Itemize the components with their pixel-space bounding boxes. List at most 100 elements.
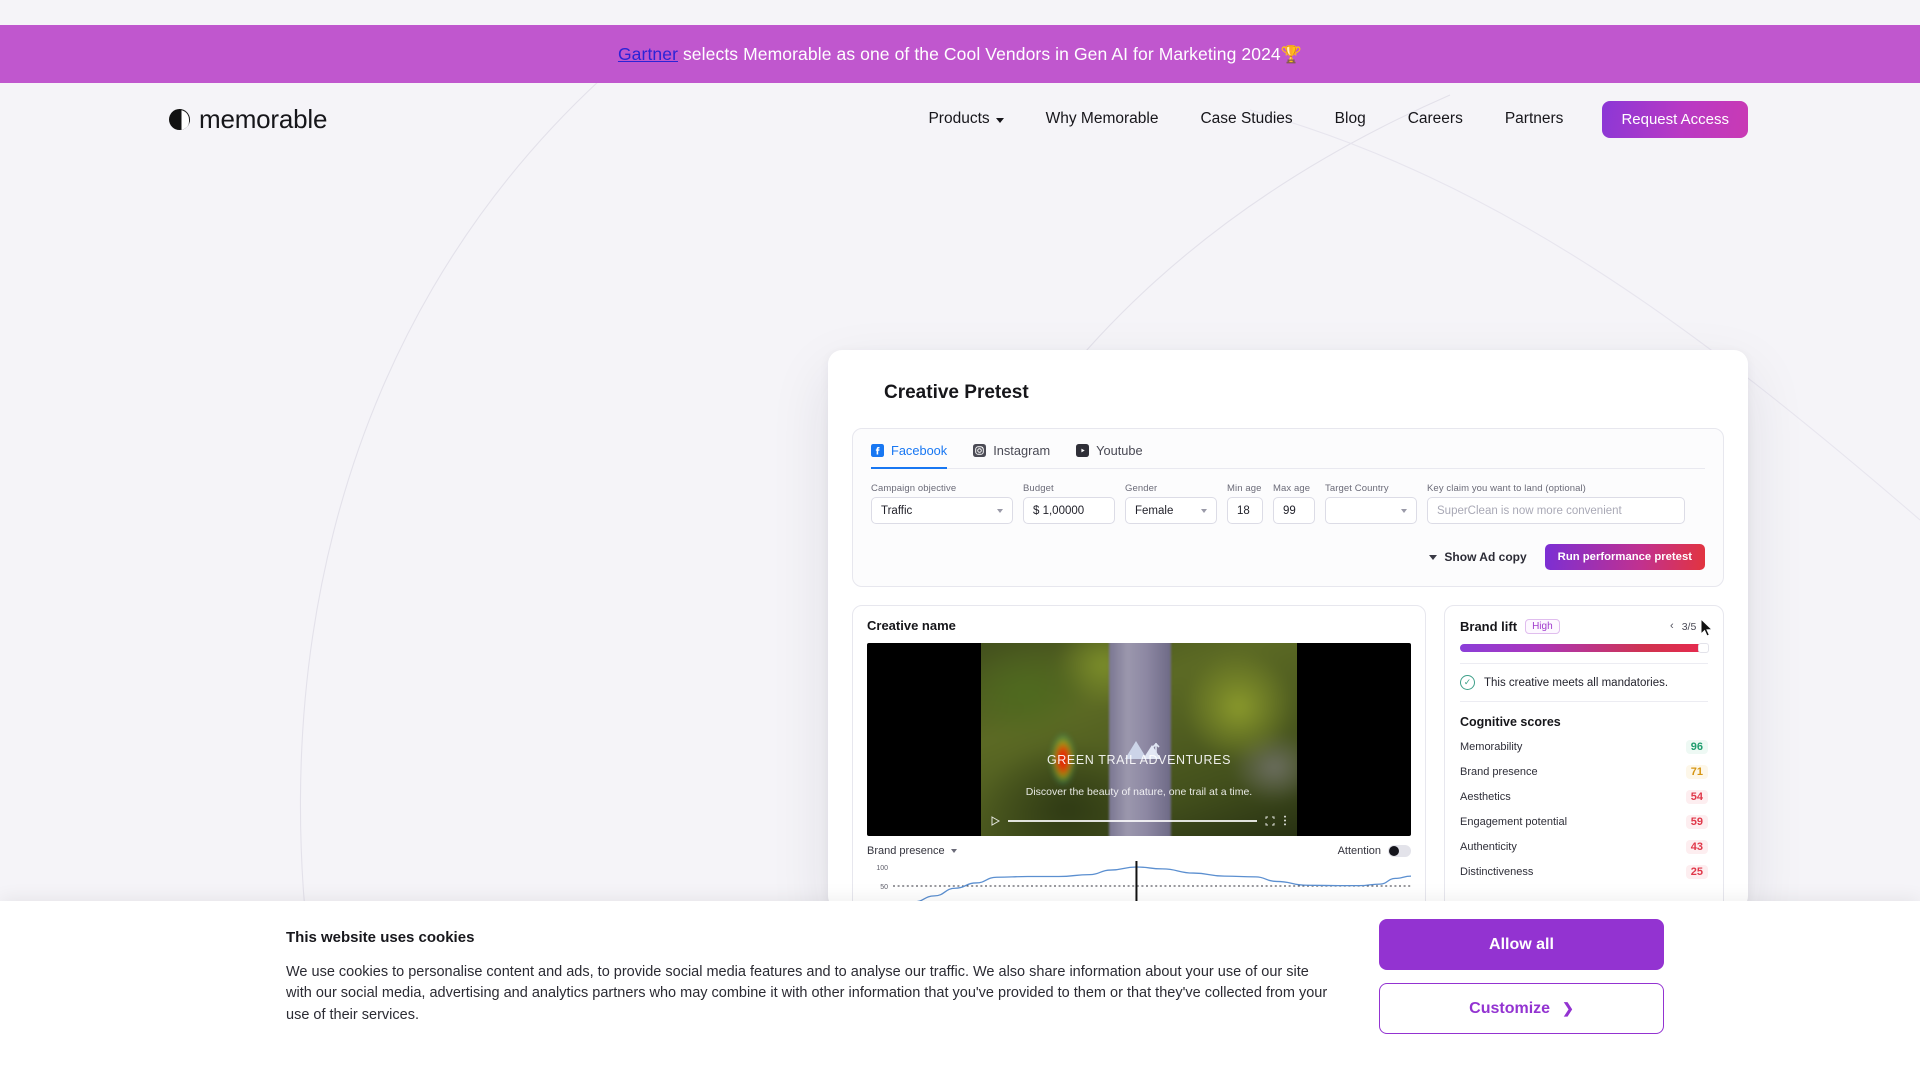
tab-label: Instagram <box>993 443 1051 458</box>
divider <box>1460 701 1708 702</box>
chart-metric-select[interactable]: Brand presence <box>867 845 957 857</box>
budget-value: $ 1,00000 <box>1033 504 1085 517</box>
cookie-body: We use cookies to personalise content an… <box>286 964 1328 1023</box>
score-row-memorability: Memorability 96 <box>1460 740 1708 754</box>
tab-youtube[interactable]: Youtube <box>1076 443 1143 469</box>
announcement-body: selects Memorable as one of the Cool Ven… <box>678 43 1281 64</box>
show-ad-copy-toggle[interactable]: Show Ad copy <box>1429 550 1527 564</box>
mandatories-row: ✓ This creative meets all mandatories. <box>1460 675 1708 690</box>
tab-facebook[interactable]: Facebook <box>871 443 948 469</box>
fullscreen-icon[interactable] <box>1265 816 1275 826</box>
score-row-brand-presence: Brand presence 71 <box>1460 765 1708 779</box>
youtube-icon <box>1076 444 1090 457</box>
score-label: Brand presence <box>1460 766 1538 778</box>
nav-item-case-studies[interactable]: Case Studies <box>1179 110 1313 128</box>
score-value: 71 <box>1685 765 1708 779</box>
page-root: Gartner selects Memorable as one of the … <box>0 0 1920 1080</box>
play-icon[interactable] <box>991 815 1000 826</box>
svg-text:50: 50 <box>880 884 888 891</box>
max-age-value: 99 <box>1283 504 1296 517</box>
platform-tabs: Facebook Instagram Youtube <box>871 429 1705 469</box>
chevron-down-icon <box>1201 508 1207 513</box>
divider <box>1460 663 1708 664</box>
nav-item-why-memorable[interactable]: Why Memorable <box>1025 110 1180 128</box>
score-label: Authenticity <box>1460 841 1517 853</box>
request-access-button[interactable]: Request Access <box>1602 100 1748 138</box>
top-navigation: memorable Products Why Memorable Case St… <box>0 83 1920 155</box>
allow-all-button[interactable]: Allow all <box>1379 919 1664 970</box>
video-title-text: GREEN TRAIL ADVENTURES <box>1046 753 1232 767</box>
cookie-buttons: Allow all Customize ❯ <box>1379 919 1664 1034</box>
check-circle-icon: ✓ <box>1460 675 1475 690</box>
carousel-counter: 3/5 <box>1681 620 1697 633</box>
target-country-select[interactable] <box>1325 497 1417 524</box>
field-label: Target Country <box>1325 483 1389 494</box>
nav-item-partners[interactable]: Partners <box>1484 110 1585 128</box>
mandatories-text: This creative meets all mandatories. <box>1484 676 1669 689</box>
chart-header: Brand presence Attention <box>867 845 1411 857</box>
gender-value: Female <box>1135 504 1174 517</box>
field-label: Gender <box>1125 483 1158 494</box>
creative-video-player[interactable]: GREEN TRAIL ADVENTURES Discover the beau… <box>867 643 1411 836</box>
results-section: Creative name GREEN TRAIL ADVENTURES Dis… <box>852 605 1724 910</box>
field-campaign-objective: Campaign objective Traffic <box>871 483 1013 524</box>
attention-toggle[interactable] <box>1388 845 1411 857</box>
score-row-authenticity: Authenticity 43 <box>1460 840 1708 854</box>
nav-item-label: Careers <box>1407 110 1463 127</box>
tab-instagram[interactable]: Instagram <box>973 443 1050 469</box>
pretest-setup-panel: Facebook Instagram Youtube Campaign obje… <box>852 428 1724 587</box>
nav-item-label: Why Memorable <box>1045 110 1159 127</box>
brand-lift-title-group: Brand lift High <box>1460 619 1560 634</box>
chevron-down-icon <box>997 508 1003 513</box>
key-claim-input[interactable]: SuperClean is now more convenient <box>1427 497 1685 524</box>
gartner-link[interactable]: Gartner <box>618 44 678 64</box>
brand-lift-gradient-bar <box>1460 643 1709 653</box>
field-max-age: Max age 99 <box>1273 483 1315 524</box>
nav-item-label: Case Studies <box>1200 110 1293 127</box>
cookie-consent-banner: This website uses cookies We use cookies… <box>0 901 1920 1080</box>
brand-logo-text: memorable <box>199 103 328 134</box>
nav-item-label: Products <box>928 110 990 127</box>
key-claim-placeholder: SuperClean is now more convenient <box>1437 504 1622 517</box>
nav-item-products[interactable]: Products <box>907 110 1024 128</box>
chevron-right-icon: ❯ <box>1562 1000 1574 1016</box>
announcement-text: Gartner selects Memorable as one of the … <box>618 44 1302 65</box>
field-key-claim: Key claim you want to land (optional) Su… <box>1427 483 1685 524</box>
field-budget: Budget $ 1,00000 <box>1023 483 1115 524</box>
field-label: Budget <box>1023 483 1054 494</box>
mouse-cursor <box>1700 618 1714 637</box>
max-age-input[interactable]: 99 <box>1273 497 1315 524</box>
brand-logo[interactable]: memorable <box>169 104 327 135</box>
creative-preview-card: Creative name GREEN TRAIL ADVENTURES Dis… <box>852 605 1426 910</box>
budget-input[interactable]: $ 1,00000 <box>1023 497 1115 524</box>
min-age-value: 18 <box>1237 504 1250 517</box>
video-progress-bar[interactable] <box>1008 819 1257 822</box>
more-options-icon[interactable] <box>1283 815 1287 826</box>
nav-item-careers[interactable]: Careers <box>1387 110 1484 128</box>
cookie-text-block: This website uses cookies We use cookies… <box>286 929 1331 1026</box>
run-performance-pretest-button[interactable]: Run performance pretest <box>1544 544 1705 570</box>
carousel-prev-button[interactable]: ‹ <box>1670 621 1674 632</box>
customize-label: Customize <box>1469 999 1551 1017</box>
attention-toggle-group: Attention <box>1338 845 1411 857</box>
brand-lift-badge: High <box>1525 619 1560 634</box>
gender-select[interactable]: Female <box>1125 497 1217 524</box>
customize-button[interactable]: Customize ❯ <box>1379 983 1664 1034</box>
video-frame: GREEN TRAIL ADVENTURES Discover the beau… <box>981 643 1297 836</box>
attention-label: Attention <box>1337 845 1381 857</box>
video-subtitle-text: Discover the beauty of nature, one trail… <box>1025 786 1253 798</box>
nav-item-label: Partners <box>1504 110 1564 127</box>
nav-links: Products Why Memorable Case Studies Blog… <box>907 100 1748 138</box>
field-label: Max age <box>1273 483 1311 494</box>
cookie-title: This website uses cookies <box>286 929 475 946</box>
creative-name-heading: Creative name <box>867 618 956 633</box>
campaign-objective-select[interactable]: Traffic <box>871 497 1013 524</box>
brand-lift-title: Brand lift <box>1460 619 1518 634</box>
svg-text:100: 100 <box>876 865 888 872</box>
score-value: 96 <box>1685 740 1708 754</box>
announcement-banner: Gartner selects Memorable as one of the … <box>0 25 1920 83</box>
score-label: Memorability <box>1460 741 1523 753</box>
min-age-input[interactable]: 18 <box>1227 497 1263 524</box>
score-value: 43 <box>1685 840 1708 854</box>
nav-item-blog[interactable]: Blog <box>1314 110 1387 128</box>
